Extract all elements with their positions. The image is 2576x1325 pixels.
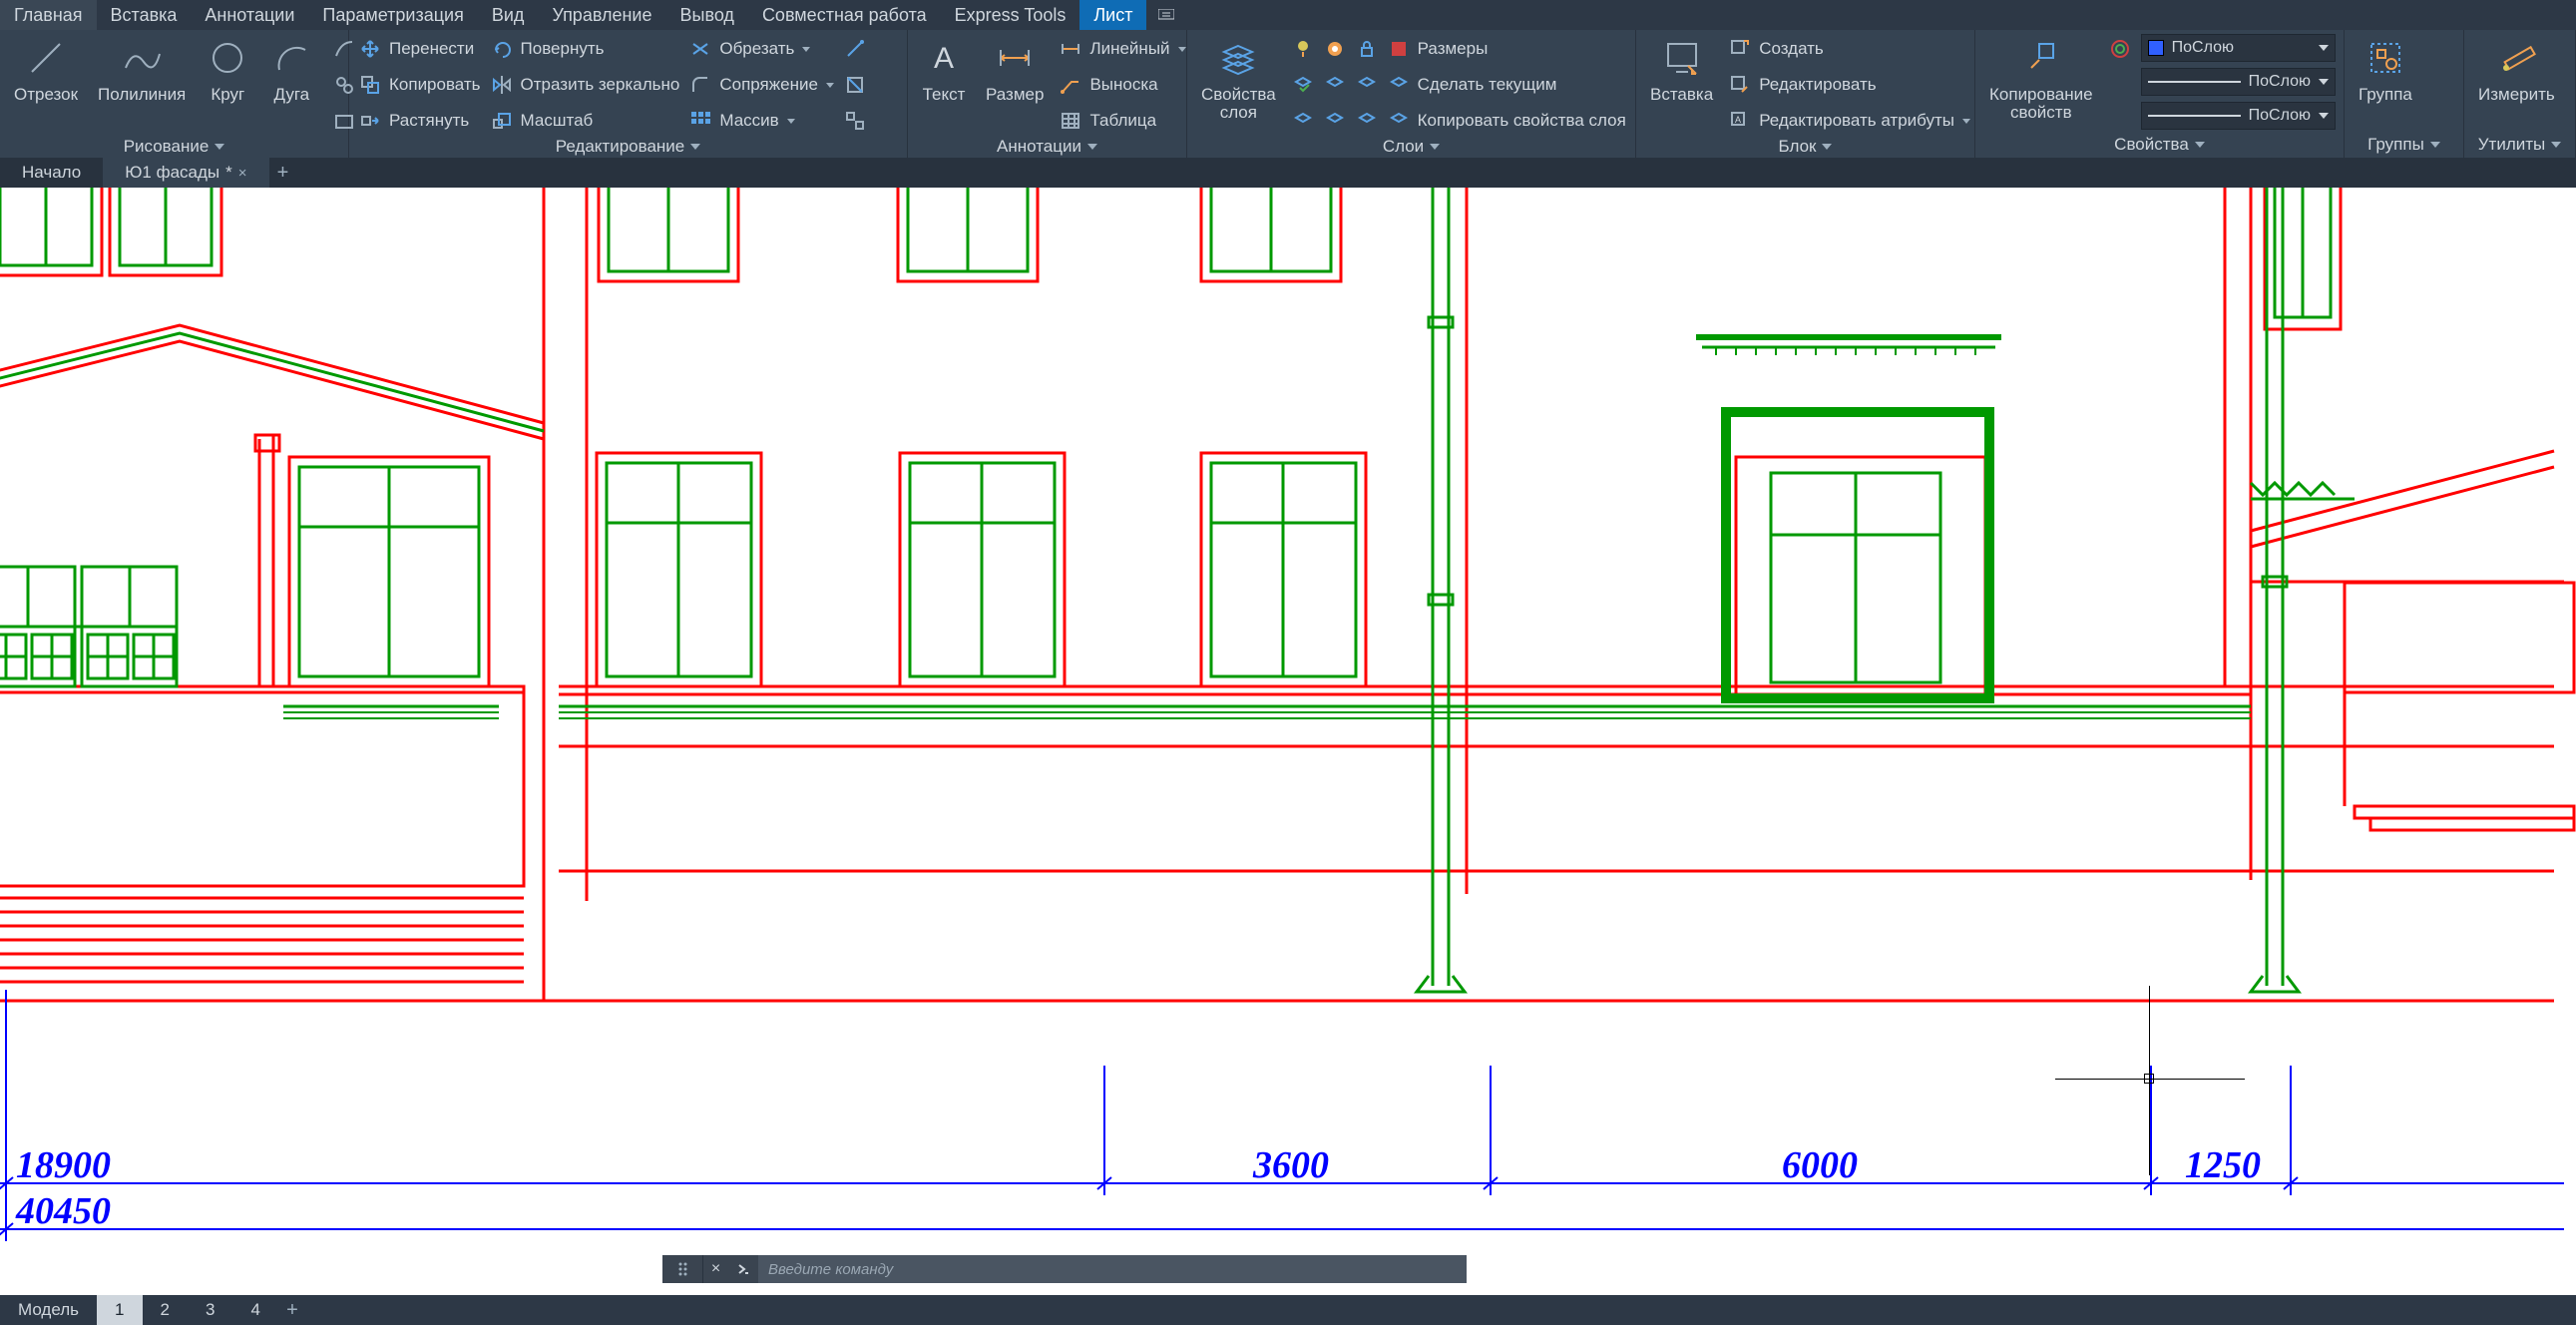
panel-properties-title[interactable]: Свойства [1975, 132, 2344, 158]
tool-matchprops[interactable]: Копирование свойств [1983, 34, 2099, 124]
ribbon-bar: Отрезок Полилиния Круг Дуга Рисование [0, 30, 2576, 158]
panel-block-title[interactable]: Блок [1636, 136, 1974, 158]
panel-draw: Отрезок Полилиния Круг Дуга Рисование [0, 30, 349, 158]
panel-modify-title[interactable]: Редактирование [349, 136, 907, 158]
prop-linetype[interactable]: ПоСлою [2141, 102, 2336, 130]
drawing-canvas: 18900 40450 3600 6000 1250 [0, 188, 2576, 1255]
cmdbar-prompt-icon[interactable] [728, 1255, 758, 1283]
menu-overflow-icon[interactable] [1146, 0, 1186, 30]
tool-copy[interactable]: Копировать [357, 70, 481, 100]
tool-mod-misc1[interactable] [842, 34, 868, 64]
panel-utils: Измерить Утилиты [2464, 30, 2576, 158]
dim-40450: 40450 [15, 1190, 111, 1232]
layout-tab-model[interactable]: Модель [0, 1295, 97, 1325]
tool-mod-misc3[interactable] [842, 106, 868, 136]
tool-move[interactable]: Перенести [357, 34, 481, 64]
tool-circle[interactable]: Круг [200, 34, 255, 106]
tool-block-edit[interactable]: Редактировать [1727, 70, 1970, 100]
panel-draw-title[interactable]: Рисование [0, 136, 348, 158]
menu-tab-manage[interactable]: Управление [538, 0, 665, 30]
dim-3600: 3600 [1252, 1144, 1329, 1186]
menu-bar: Главная Вставка Аннотации Параметризация… [0, 0, 2576, 30]
menu-tab-output[interactable]: Вывод [666, 0, 748, 30]
dim-6000: 6000 [1782, 1144, 1858, 1186]
menu-tab-collab[interactable]: Совместная работа [748, 0, 941, 30]
close-icon[interactable]: × [238, 165, 247, 182]
panel-annotation: A Текст Размер Линейный Выноска Таблица … [908, 30, 1187, 158]
layout-tab-4[interactable]: 4 [232, 1295, 277, 1325]
tool-block-edit-attr[interactable]: AРедактировать атрибуты [1727, 106, 1970, 136]
panel-groups: Группа Группы [2345, 30, 2464, 158]
doctab-start[interactable]: Начало [0, 158, 103, 188]
panel-annotation-title[interactable]: Аннотации [908, 136, 1186, 158]
prop-color[interactable]: ПоСлою [2141, 34, 2336, 62]
menu-tab-home[interactable]: Главная [0, 0, 97, 30]
dim-18900: 18900 [16, 1144, 111, 1186]
layout-tab-3[interactable]: 3 [188, 1295, 232, 1325]
tool-trim[interactable]: Обрезать [687, 34, 834, 64]
panel-groups-title[interactable]: Группы [2345, 132, 2463, 158]
cmdbar-close-icon[interactable]: × [702, 1255, 728, 1283]
tool-table[interactable]: Таблица [1058, 106, 1185, 136]
tool-line[interactable]: Отрезок [8, 34, 84, 106]
tool-arc[interactable]: Дуга [263, 34, 319, 106]
doctab-add[interactable]: + [269, 158, 297, 188]
tool-scale[interactable]: Масштаб [489, 106, 680, 136]
tool-mod-misc2[interactable] [842, 70, 868, 100]
panel-properties: Копирование свойств ПоСлою ПоСлою ПоСлою… [1975, 30, 2345, 158]
layer-iconrow1[interactable]: Размеры [1290, 34, 1626, 64]
panel-layers: Свойства слоя Размеры Сделать текущим Ко… [1187, 30, 1636, 158]
menu-tab-list[interactable]: Лист [1079, 0, 1146, 30]
svg-text:A: A [1735, 115, 1741, 125]
panel-modify: Перенести Копировать Растянуть Повернуть… [349, 30, 908, 158]
svg-text:A: A [934, 42, 954, 75]
menu-tab-annot[interactable]: Аннотации [191, 0, 308, 30]
layout-tab-1[interactable]: 1 [97, 1295, 142, 1325]
dim-1250: 1250 [2185, 1144, 2261, 1186]
panel-layers-title[interactable]: Слои [1187, 136, 1635, 158]
tool-leader[interactable]: Выноска [1058, 70, 1185, 100]
menu-tab-view[interactable]: Вид [478, 0, 539, 30]
tool-measure[interactable]: Измерить [2472, 34, 2561, 106]
tool-array[interactable]: Массив [687, 106, 834, 136]
panel-block: Вставка Создать Редактировать AРедактиро… [1636, 30, 1975, 158]
menu-tab-express[interactable]: Express Tools [941, 0, 1080, 30]
tool-mirror[interactable]: Отразить зеркально [489, 70, 680, 100]
tool-insert-block[interactable]: Вставка [1644, 34, 1719, 106]
tool-fillet[interactable]: Сопряжение [687, 70, 834, 100]
cmdbar-grip-icon[interactable] [662, 1255, 702, 1283]
panel-utils-title[interactable]: Утилиты [2464, 132, 2575, 158]
tool-stretch[interactable]: Растянуть [357, 106, 481, 136]
tool-rotate[interactable]: Повернуть [489, 34, 680, 64]
prop-iconrow[interactable] [2107, 34, 2133, 64]
layout-tabs: Модель 1 2 3 4 + [0, 1295, 2576, 1325]
document-tabs: Начало Ю1 фасады*× + [0, 158, 2576, 188]
tool-polyline[interactable]: Полилиния [92, 34, 192, 106]
prop-lineweight[interactable]: ПоСлою [2141, 68, 2336, 96]
drawing-viewport[interactable]: 18900 40450 3600 6000 1250 [0, 188, 2576, 1255]
layout-tab-add[interactable]: + [278, 1295, 306, 1325]
command-bar: × Введите команду [662, 1255, 1467, 1283]
tool-block-create[interactable]: Создать [1727, 34, 1970, 64]
tool-group[interactable]: Группа [2353, 34, 2418, 106]
tool-make-current[interactable]: Сделать текущим [1290, 70, 1626, 100]
tool-dimension[interactable]: Размер [980, 34, 1050, 106]
menu-tab-insert[interactable]: Вставка [97, 0, 192, 30]
color-swatch-icon [2148, 40, 2164, 56]
command-input[interactable]: Введите команду [758, 1255, 1467, 1283]
layout-tab-2[interactable]: 2 [143, 1295, 188, 1325]
tool-copy-layer-props[interactable]: Копировать свойства слоя [1290, 106, 1626, 136]
doctab-current[interactable]: Ю1 фасады*× [103, 158, 268, 188]
tool-layer-props[interactable]: Свойства слоя [1195, 34, 1282, 124]
tool-text[interactable]: A Текст [916, 34, 972, 106]
menu-tab-param[interactable]: Параметризация [308, 0, 477, 30]
tool-linear[interactable]: Линейный [1058, 34, 1185, 64]
